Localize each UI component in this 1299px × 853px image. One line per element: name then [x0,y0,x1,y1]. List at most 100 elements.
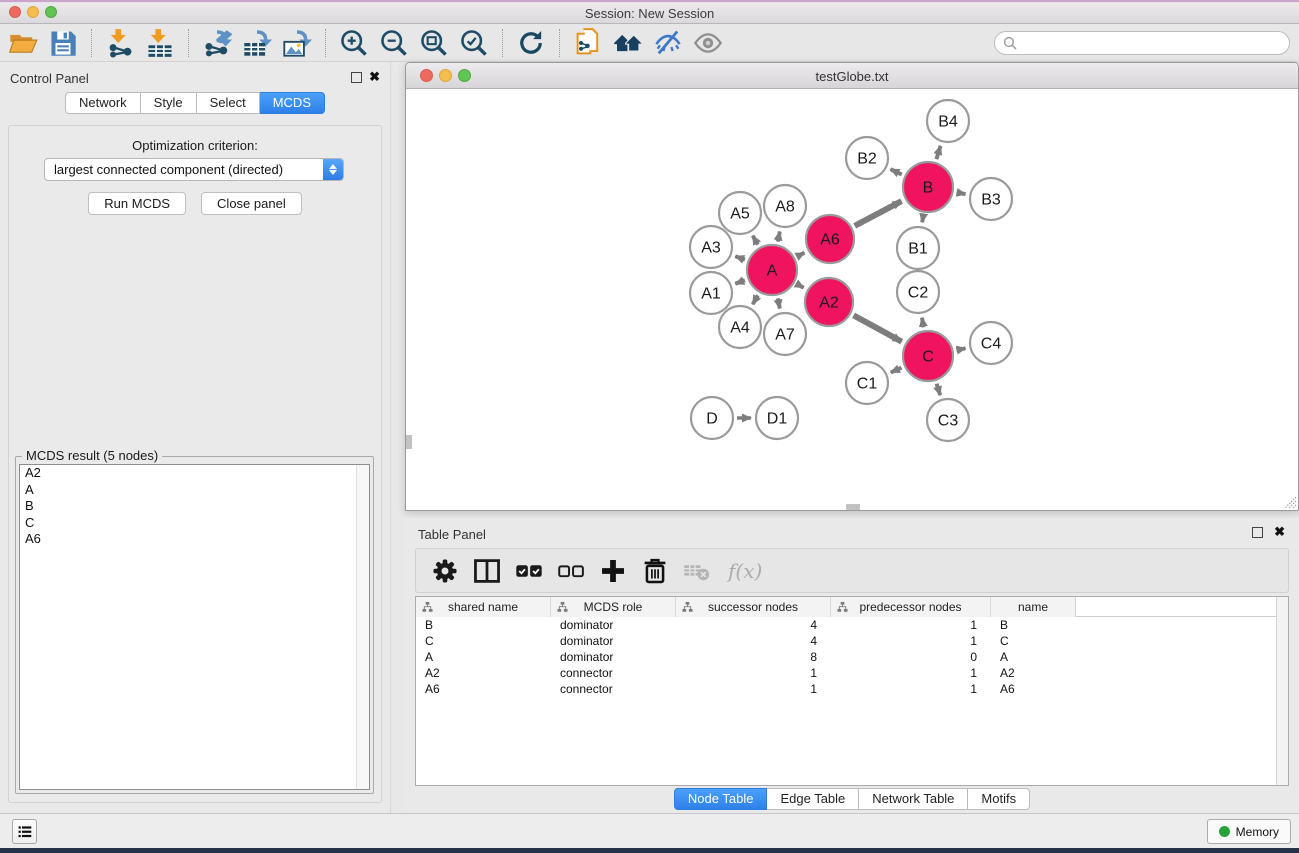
vertical-scroll-thumb[interactable] [406,435,412,449]
show-task-history-button[interactable] [12,819,37,844]
show-columns-icon[interactable] [472,556,502,586]
edge-B-B1[interactable] [922,216,923,223]
select-all-icon[interactable] [514,556,544,586]
home-icon[interactable] [613,28,643,58]
delete-table-icon[interactable] [682,556,712,586]
settings-gear-icon[interactable] [430,556,460,586]
table-row[interactable]: Cdominator41C [416,633,1288,649]
table-cell[interactable]: C [416,633,551,649]
table-cell[interactable]: A6 [991,681,1076,697]
table-cell[interactable]: A [416,649,551,665]
tab-motifs[interactable]: Motifs [968,788,1030,810]
criterion-select[interactable]: largest connected component (directed) [44,158,344,181]
hide-eye-icon[interactable] [653,28,683,58]
table-cell[interactable]: dominator [551,617,676,633]
table-cell[interactable]: B [416,617,551,633]
table-cell[interactable]: C [991,633,1076,649]
scrollbar-track[interactable] [356,465,369,789]
edge-A-A1[interactable] [735,280,745,284]
column-header-successor-nodes[interactable]: successor nodes [676,597,831,617]
table-cell[interactable]: 1 [676,665,831,681]
horizontal-scroll-thumb[interactable] [846,504,860,510]
export-network-icon[interactable] [202,28,232,58]
table-cell[interactable]: dominator [551,649,676,665]
function-builder-button[interactable]: f(x) [728,559,762,583]
edge-A-A8[interactable] [778,232,780,242]
table-row[interactable]: A6connector11A6 [416,681,1288,697]
edge-A-A6[interactable] [798,253,805,257]
export-table-icon[interactable] [242,28,272,58]
tab-network-table[interactable]: Network Table [859,788,968,810]
edge-A2-C[interactable] [854,315,902,341]
table-cell[interactable]: 1 [831,681,991,697]
tab-node-table[interactable]: Node Table [674,788,768,810]
run-mcds-button[interactable]: Run MCDS [88,192,186,215]
close-panel-button-2[interactable]: Close panel [201,192,302,215]
result-item[interactable]: C [20,515,369,532]
open-file-icon[interactable] [8,28,38,58]
column-header-predecessor-nodes[interactable]: predecessor nodes [831,597,991,617]
table-cell[interactable]: 1 [831,617,991,633]
result-item[interactable]: A [20,482,369,499]
float-panel-button[interactable] [351,72,362,83]
delete-column-icon[interactable] [640,556,670,586]
zoom-selected-icon[interactable] [459,28,489,58]
table-cell[interactable]: A2 [416,665,551,681]
result-item[interactable]: A6 [20,531,369,548]
tab-style[interactable]: Style [141,92,197,114]
result-item[interactable]: A2 [20,465,369,482]
table-scrollbar-track[interactable] [1276,597,1288,785]
resize-grip-icon[interactable] [1284,496,1297,509]
import-table-icon[interactable] [145,28,175,58]
memory-button[interactable]: Memory [1207,819,1291,844]
table-cell[interactable]: A2 [991,665,1076,681]
close-panel-button[interactable]: ✖ [369,69,380,85]
table-cell[interactable]: connector [551,665,676,681]
table-row[interactable]: Adominator80A [416,649,1288,665]
table-row[interactable]: A2connector11A2 [416,665,1288,681]
add-column-icon[interactable] [598,556,628,586]
zoom-in-icon[interactable] [339,28,369,58]
edge-A-A4[interactable] [753,295,758,304]
edge-A-A5[interactable] [753,236,758,245]
tab-network[interactable]: Network [65,92,141,114]
table-cell[interactable]: 0 [831,649,991,665]
column-header-mcds-role[interactable]: MCDS role [551,597,676,617]
table-cell[interactable]: B [991,617,1076,633]
search-input[interactable] [1017,33,1289,53]
edge-C-C4[interactable] [956,348,965,350]
table-cell[interactable]: dominator [551,633,676,649]
zoom-out-icon[interactable] [379,28,409,58]
table-cell[interactable]: 1 [831,633,991,649]
close-table-panel-button[interactable]: ✖ [1274,524,1285,540]
show-eye-icon[interactable] [693,28,723,58]
edge-A-A3[interactable] [735,256,745,260]
zoom-fit-icon[interactable] [419,28,449,58]
table-cell[interactable]: connector [551,681,676,697]
tab-mcds[interactable]: MCDS [260,92,325,114]
tab-edge-table[interactable]: Edge Table [767,788,859,810]
table-cell[interactable]: 4 [676,617,831,633]
column-header-name[interactable]: name [991,597,1076,617]
result-item[interactable]: B [20,498,369,515]
table-cell[interactable]: A6 [416,681,551,697]
edge-A-A2[interactable] [797,284,803,288]
import-network-icon[interactable] [105,28,135,58]
edge-C-C2[interactable] [922,318,924,328]
float-table-panel-button[interactable] [1252,527,1263,538]
refresh-view-icon[interactable] [516,28,546,58]
table-cell[interactable]: 1 [831,665,991,681]
network-canvas[interactable]: B4B2BB3A5A8A6B1A3AC2A1A2A4A7C4CC1C3DD1 [406,89,1298,510]
save-session-icon[interactable] [48,28,78,58]
table-cell[interactable]: 1 [676,681,831,697]
export-image-icon[interactable] [282,28,312,58]
edge-B-B4[interactable] [936,146,940,159]
mcds-result-list[interactable]: A2ABCA6 [19,464,370,790]
edge-A6-B[interactable] [855,201,902,226]
deselect-all-icon[interactable] [556,556,586,586]
edge-C-C3[interactable] [937,384,941,396]
table-row[interactable]: Bdominator41B [416,617,1288,633]
duplicate-network-icon[interactable] [573,28,603,58]
edge-A-A7[interactable] [778,298,780,308]
edge-B-B3[interactable] [957,192,966,194]
